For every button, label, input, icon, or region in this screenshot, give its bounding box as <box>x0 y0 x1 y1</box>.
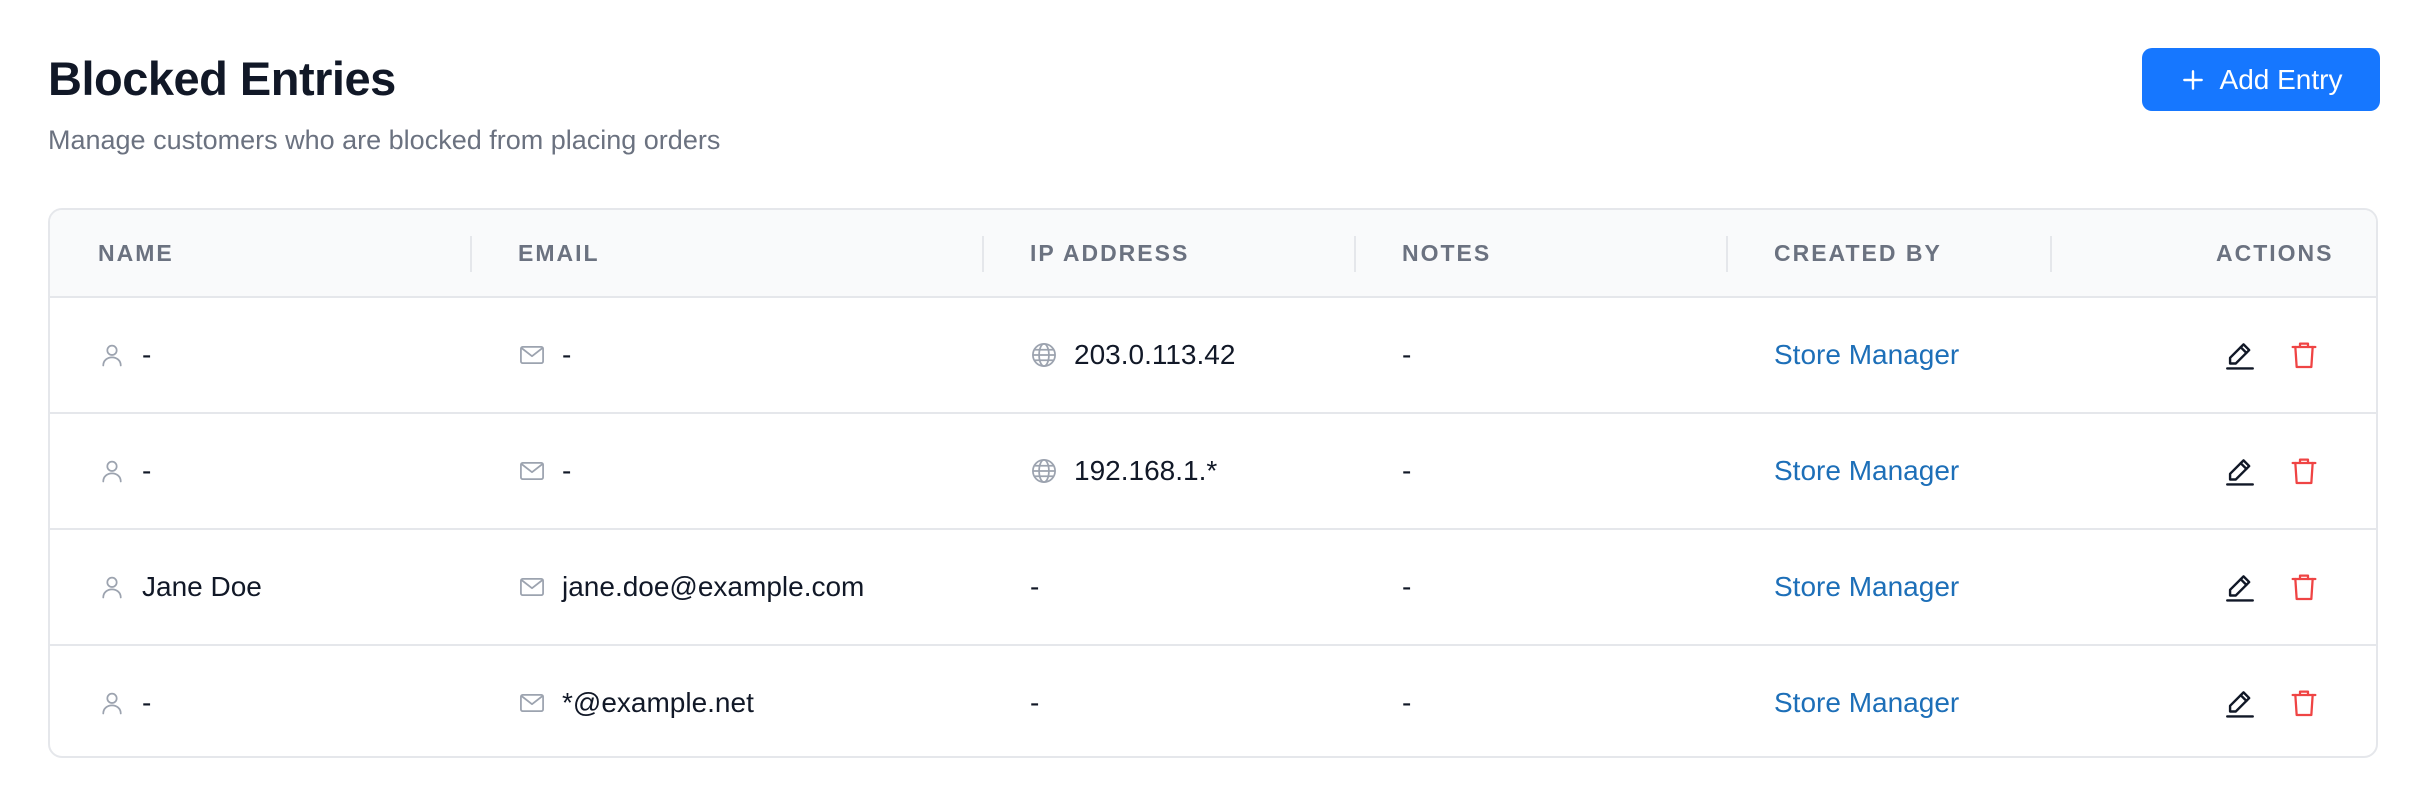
pencil-icon <box>2223 454 2257 488</box>
name-cell: Jane Doe <box>98 530 262 644</box>
ip-address-value: - <box>1030 571 1040 602</box>
delete-button[interactable] <box>2284 567 2324 607</box>
mail-icon <box>518 689 546 717</box>
ip-address-value: - <box>1030 687 1040 718</box>
created-by-cell: Store Manager <box>1774 530 1959 644</box>
table-row: - *@example.net - - Store Manager <box>50 646 2376 756</box>
add-entry-button[interactable]: Add Entry <box>2142 48 2380 111</box>
edit-button[interactable] <box>2220 335 2260 375</box>
actions-cell <box>2220 530 2324 644</box>
table-row: - - 192.168.1.* - Store Manager <box>50 414 2376 530</box>
notes-cell: - <box>1402 530 1411 644</box>
created-by-link[interactable]: Store Manager <box>1774 455 1959 487</box>
email-value: - <box>562 455 572 486</box>
pencil-icon <box>2223 686 2257 720</box>
user-icon <box>98 689 126 717</box>
name-value: - <box>142 455 152 486</box>
globe-icon <box>1030 341 1058 369</box>
email-value: *@example.net <box>562 687 754 718</box>
column-header-actions: ACTIONS <box>2216 240 2334 266</box>
delete-button[interactable] <box>2284 335 2324 375</box>
column-header-email: EMAIL <box>518 240 600 266</box>
name-value: Jane Doe <box>142 571 262 602</box>
ip-address-cell: 203.0.113.42 <box>1030 298 1235 412</box>
email-cell: - <box>518 414 571 528</box>
blocked-entries-table: NAME EMAIL IP ADDRESS NOTES CREATED BY A… <box>48 208 2378 758</box>
column-separator <box>1354 236 1356 272</box>
ip-address-cell: - <box>1030 530 1039 644</box>
user-icon <box>98 341 126 369</box>
trash-icon <box>2288 687 2320 719</box>
table-row: Jane Doe jane.doe@example.com - - Store … <box>50 530 2376 646</box>
column-separator <box>1726 236 1728 272</box>
table-header: NAME EMAIL IP ADDRESS NOTES CREATED BY A… <box>50 210 2376 298</box>
notes-value: - <box>1402 455 1412 486</box>
name-cell: - <box>98 646 152 756</box>
edit-button[interactable] <box>2220 451 2260 491</box>
mail-icon <box>518 457 546 485</box>
created-by-cell: Store Manager <box>1774 414 1959 528</box>
notes-cell: - <box>1402 414 1411 528</box>
column-header-created-by: CREATED BY <box>1774 240 1942 266</box>
ip-address-value: 203.0.113.42 <box>1074 339 1236 370</box>
column-separator <box>2050 236 2052 272</box>
created-by-cell: Store Manager <box>1774 298 1959 412</box>
notes-value: - <box>1402 687 1412 718</box>
pencil-icon <box>2223 570 2257 604</box>
email-cell: jane.doe@example.com <box>518 530 864 644</box>
notes-cell: - <box>1402 298 1411 412</box>
notes-value: - <box>1402 339 1412 370</box>
ip-address-cell: - <box>1030 646 1040 756</box>
created-by-link[interactable]: Store Manager <box>1774 571 1959 603</box>
mail-icon <box>518 573 546 601</box>
actions-cell <box>2220 298 2324 412</box>
ip-address-cell: 192.168.1.* <box>1030 414 1217 528</box>
name-value: - <box>142 339 152 370</box>
user-icon <box>98 457 126 485</box>
email-value: jane.doe@example.com <box>562 571 865 602</box>
email-cell: *@example.net <box>518 646 754 756</box>
name-cell: - <box>98 414 151 528</box>
ip-address-value: 192.168.1.* <box>1074 455 1218 486</box>
add-entry-label: Add Entry <box>2219 63 2343 95</box>
globe-icon <box>1030 457 1058 485</box>
page-subtitle: Manage customers who are blocked from pl… <box>48 125 721 155</box>
user-icon <box>98 573 126 601</box>
email-value: - <box>562 339 572 370</box>
column-separator <box>982 236 984 272</box>
page-title: Blocked Entries <box>48 52 396 105</box>
column-separator <box>470 236 472 272</box>
trash-icon <box>2288 455 2320 487</box>
column-header-name: NAME <box>98 240 174 266</box>
trash-icon <box>2288 339 2320 371</box>
blocked-entries-page: Blocked Entries Manage customers who are… <box>0 0 2428 812</box>
edit-button[interactable] <box>2220 683 2260 723</box>
column-header-notes: NOTES <box>1402 240 1492 266</box>
actions-cell <box>2220 646 2324 756</box>
table-row: - - 203.0.113.42 - Store Manager <box>50 298 2376 414</box>
delete-button[interactable] <box>2284 683 2324 723</box>
name-value: - <box>142 687 152 718</box>
actions-cell <box>2220 414 2324 528</box>
trash-icon <box>2288 571 2320 603</box>
edit-button[interactable] <box>2220 567 2260 607</box>
plus-icon <box>2180 67 2206 93</box>
pencil-icon <box>2223 338 2257 372</box>
created-by-link[interactable]: Store Manager <box>1774 687 1959 719</box>
column-header-ip-address: IP ADDRESS <box>1030 240 1190 266</box>
notes-cell: - <box>1402 646 1412 756</box>
delete-button[interactable] <box>2284 451 2324 491</box>
created-by-link[interactable]: Store Manager <box>1774 339 1959 371</box>
created-by-cell: Store Manager <box>1774 646 1959 756</box>
notes-value: - <box>1402 571 1412 602</box>
email-cell: - <box>518 298 571 412</box>
name-cell: - <box>98 298 151 412</box>
mail-icon <box>518 341 546 369</box>
